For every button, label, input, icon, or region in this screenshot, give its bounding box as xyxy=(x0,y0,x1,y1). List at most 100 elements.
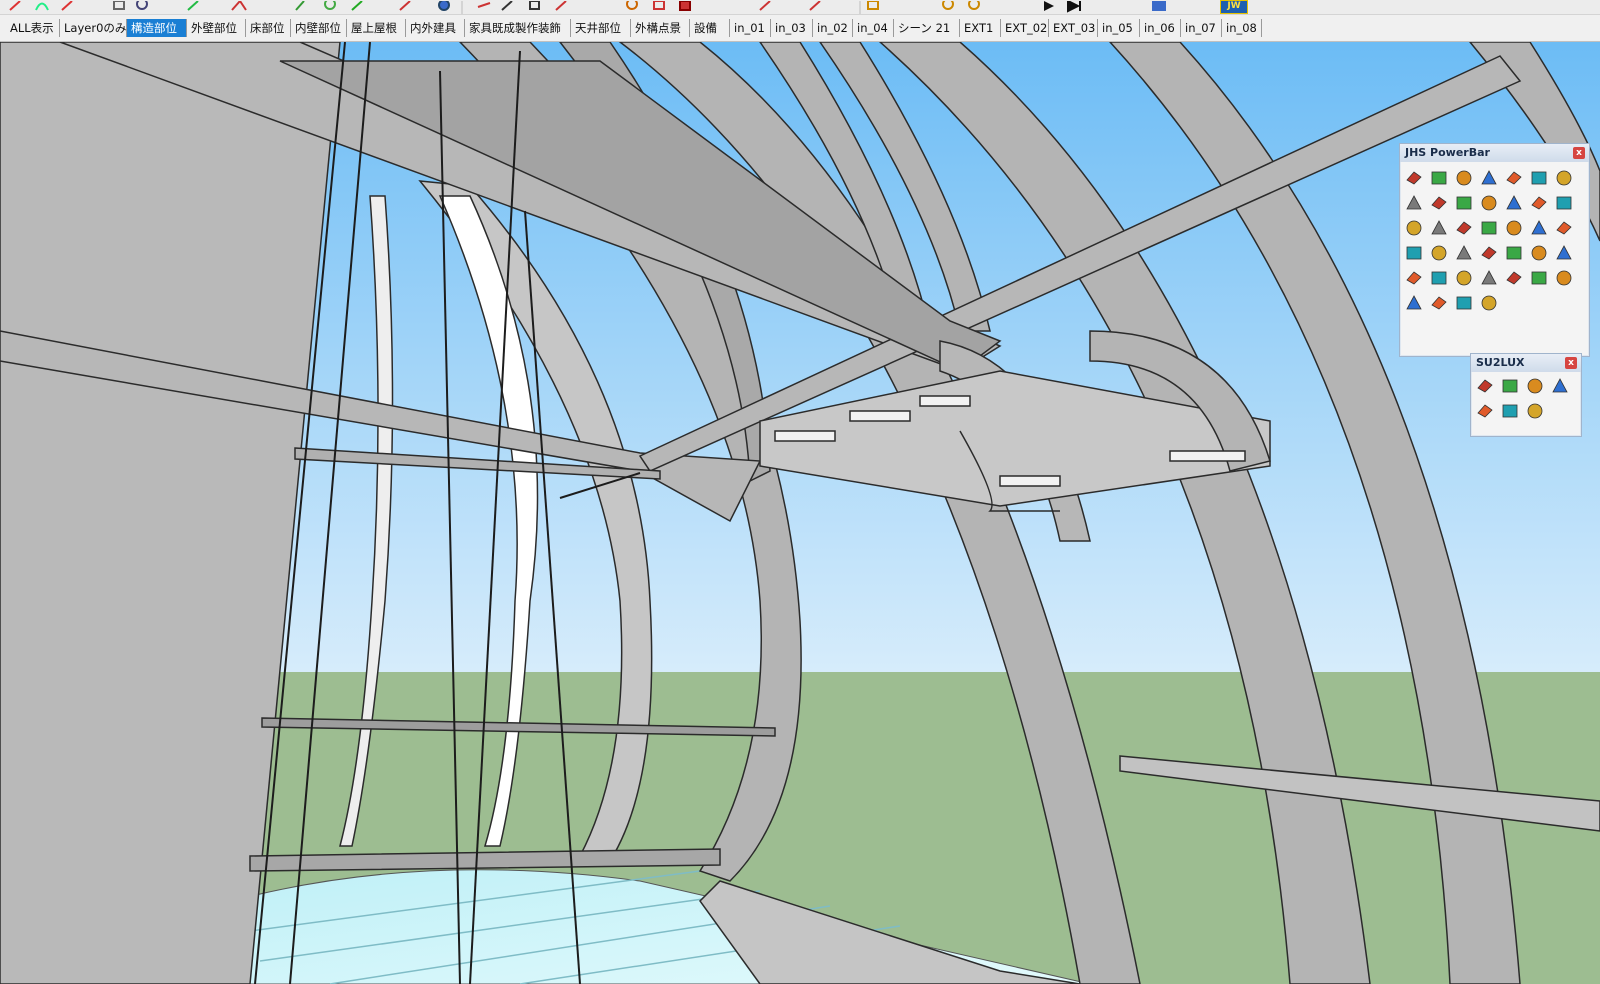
scene-tab[interactable]: 天井部位 xyxy=(571,19,631,37)
layer-icon[interactable] xyxy=(679,0,691,11)
scene-tab[interactable]: シーン 21 xyxy=(894,19,960,37)
frame-icon[interactable] xyxy=(1429,193,1449,213)
tile-orange-icon[interactable] xyxy=(1554,268,1574,288)
cone-green-icon[interactable] xyxy=(1504,218,1524,238)
hook-icon[interactable] xyxy=(1554,218,1574,238)
red-plane-icon[interactable] xyxy=(1504,168,1524,188)
red-cross-icon[interactable] xyxy=(1404,218,1424,238)
red-square-icon[interactable] xyxy=(1404,193,1424,213)
puzzle-icon[interactable] xyxy=(1529,243,1549,263)
warning-icon[interactable] xyxy=(1529,218,1549,238)
star-icon[interactable] xyxy=(1454,243,1474,263)
su2lux-close-button[interactable]: x xyxy=(1565,357,1577,369)
red-dots-icon[interactable] xyxy=(1429,293,1449,313)
cone-icon[interactable] xyxy=(1479,218,1499,238)
scene-tab[interactable]: 内壁部位 xyxy=(291,19,347,37)
rect-icon[interactable] xyxy=(113,0,125,10)
orbit-icon[interactable] xyxy=(477,2,491,8)
orange-grid-icon[interactable] xyxy=(1404,293,1424,313)
cube-red2-icon[interactable] xyxy=(1429,268,1449,288)
offset-icon[interactable] xyxy=(324,0,336,10)
edit-icon[interactable] xyxy=(1554,243,1574,263)
scene-tab[interactable]: 床部位 xyxy=(246,19,291,37)
spiral-icon[interactable] xyxy=(968,0,980,10)
blue-faces-icon[interactable] xyxy=(1404,168,1424,188)
cup-icon[interactable] xyxy=(1479,243,1499,263)
jhs-powerbar-close-button[interactable]: x xyxy=(1573,147,1585,159)
outline-plane-icon[interactable] xyxy=(1529,168,1549,188)
scene-tab[interactable]: EXT_02 xyxy=(1001,19,1049,37)
magnet-icon[interactable] xyxy=(1504,243,1524,263)
rotate-icon[interactable] xyxy=(231,0,247,11)
line-icon[interactable] xyxy=(61,0,73,11)
scene-canvas[interactable] xyxy=(0,42,1600,984)
circle-icon[interactable] xyxy=(136,0,148,10)
pencil-icon[interactable] xyxy=(9,0,21,11)
tape-icon[interactable] xyxy=(351,0,363,11)
arc-icon[interactable] xyxy=(35,2,49,11)
material-icon[interactable] xyxy=(1500,376,1520,396)
scene-tab[interactable]: ALL表示 xyxy=(6,19,60,37)
flask-icon[interactable] xyxy=(1550,376,1570,396)
scene-tab[interactable]: in_03 xyxy=(771,19,813,37)
push-pull-icon[interactable] xyxy=(295,0,305,11)
tag-icon[interactable] xyxy=(759,0,771,11)
scene-tab[interactable]: in_07 xyxy=(1181,19,1222,37)
scene-tab[interactable]: 外構点景 xyxy=(631,19,690,37)
corner-icon[interactable] xyxy=(1529,193,1549,213)
gold-plane-icon[interactable] xyxy=(1454,168,1474,188)
scene-tab[interactable]: 内外建具 xyxy=(406,19,465,37)
node-icon[interactable] xyxy=(1479,293,1499,313)
look-icon[interactable] xyxy=(653,0,665,10)
scatter-red-icon[interactable] xyxy=(1554,193,1574,213)
blue-x-icon[interactable] xyxy=(1454,218,1474,238)
grid-icon[interactable] xyxy=(1504,268,1524,288)
su2lux-palette[interactable]: SU2LUX x xyxy=(1470,353,1582,437)
gear-icon[interactable] xyxy=(1525,401,1545,421)
component-icon[interactable] xyxy=(1152,1,1166,11)
scene-tab[interactable]: 家具既成製作装飾 xyxy=(465,19,571,37)
light-icon[interactable] xyxy=(1525,376,1545,396)
scene-tab[interactable]: EXT1 xyxy=(960,19,1001,37)
book-icon[interactable] xyxy=(1479,193,1499,213)
curl-icon[interactable] xyxy=(1554,168,1574,188)
scene-tab[interactable]: 設備 xyxy=(690,19,730,37)
scene-tab[interactable]: 構造部位 xyxy=(127,19,187,37)
tile-icon[interactable] xyxy=(1529,268,1549,288)
next-icon[interactable] xyxy=(1067,0,1081,13)
home-icon[interactable] xyxy=(867,0,879,10)
jhs-powerbar-palette[interactable]: JHS PowerBar x xyxy=(1399,143,1590,357)
arrow-icon[interactable] xyxy=(809,0,821,11)
export-icon[interactable] xyxy=(1475,376,1495,396)
walk-icon[interactable] xyxy=(626,0,638,10)
cube-red-icon[interactable] xyxy=(1404,268,1424,288)
scene-tab[interactable]: in_08 xyxy=(1222,19,1262,37)
settings-panel-icon[interactable] xyxy=(1500,401,1520,421)
play-icon[interactable] xyxy=(1044,1,1054,11)
model-viewport[interactable]: JHS PowerBar x SU2LUX x xyxy=(0,41,1600,984)
green-cross-icon[interactable] xyxy=(1429,218,1449,238)
jw-icon[interactable]: JW xyxy=(1220,0,1248,14)
blue-plane-icon[interactable] xyxy=(1429,168,1449,188)
scene-tab[interactable]: 屋上屋根 xyxy=(347,19,406,37)
zoom-icon[interactable] xyxy=(529,0,540,10)
scene-tab[interactable]: in_06 xyxy=(1140,19,1181,37)
chain-icon[interactable] xyxy=(1479,268,1499,288)
green-plane-icon[interactable] xyxy=(1479,168,1499,188)
scene-tab[interactable]: Layer0のみ xyxy=(60,19,127,37)
scene-tab[interactable]: in_01 xyxy=(730,19,771,37)
flag-icon[interactable] xyxy=(1454,193,1474,213)
link-icon[interactable] xyxy=(1504,193,1524,213)
section-icon[interactable] xyxy=(555,0,567,11)
eraser-icon[interactable] xyxy=(438,0,450,11)
scene-tab[interactable]: in_02 xyxy=(813,19,853,37)
scene-tab[interactable]: in_04 xyxy=(853,19,894,37)
target-icon[interactable] xyxy=(942,0,954,10)
scene-tab[interactable]: in_05 xyxy=(1098,19,1140,37)
texture-icon[interactable] xyxy=(1475,401,1495,421)
scene-tab[interactable]: 外壁部位 xyxy=(187,19,246,37)
move-icon[interactable] xyxy=(187,0,199,11)
gem-icon[interactable] xyxy=(1454,268,1474,288)
loop-icon[interactable] xyxy=(1429,243,1449,263)
arc-dots-icon[interactable] xyxy=(1454,293,1474,313)
